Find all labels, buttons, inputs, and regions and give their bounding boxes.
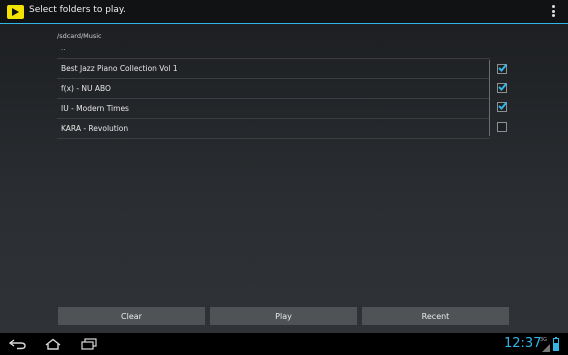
parent-folder-row[interactable]: .. bbox=[57, 42, 490, 59]
battery-icon bbox=[553, 337, 559, 351]
action-bar: Select folders to play. bbox=[0, 0, 568, 24]
folder-list: .. Best Jazz Piano Collection Vol 1 f(x)… bbox=[57, 42, 490, 139]
list-item[interactable]: IU - Modern Times bbox=[57, 99, 490, 119]
checkmark-icon bbox=[498, 101, 508, 110]
checkmark-icon bbox=[498, 82, 508, 91]
play-button[interactable]: Play bbox=[210, 307, 357, 325]
folder-label: f(x) - NU ABO bbox=[61, 84, 111, 93]
checkmark-icon bbox=[498, 63, 508, 72]
list-item[interactable]: f(x) - NU ABO bbox=[57, 79, 490, 99]
recent-apps-icon[interactable] bbox=[80, 338, 98, 350]
folder-label: Best Jazz Piano Collection Vol 1 bbox=[61, 64, 178, 73]
play-icon[interactable] bbox=[7, 5, 24, 19]
parent-folder-label: .. bbox=[61, 44, 66, 52]
recent-button[interactable]: Recent bbox=[362, 307, 509, 325]
clock: 12:37 bbox=[504, 336, 542, 351]
back-icon[interactable] bbox=[9, 338, 27, 350]
folder-checkbox[interactable] bbox=[497, 63, 508, 74]
home-icon[interactable] bbox=[44, 338, 62, 350]
page-title: Select folders to play. bbox=[29, 5, 126, 15]
list-item[interactable]: KARA - Revolution bbox=[57, 119, 490, 139]
list-divider bbox=[489, 60, 490, 136]
folder-label: KARA - Revolution bbox=[61, 124, 129, 133]
folder-checkbox[interactable] bbox=[497, 122, 507, 132]
folder-checkbox[interactable] bbox=[497, 101, 508, 112]
folder-label: IU - Modern Times bbox=[61, 104, 129, 113]
screen: Select folders to play. /sdcard/Music ..… bbox=[0, 0, 568, 355]
current-path: /sdcard/Music bbox=[57, 32, 102, 40]
overflow-menu-icon[interactable] bbox=[549, 5, 557, 19]
folder-checkbox[interactable] bbox=[497, 82, 508, 93]
navigation-bar: 12:37 3G bbox=[0, 333, 568, 355]
list-item[interactable]: Best Jazz Piano Collection Vol 1 bbox=[57, 59, 490, 79]
clear-button[interactable]: Clear bbox=[58, 307, 205, 325]
signal-icon bbox=[542, 344, 550, 352]
